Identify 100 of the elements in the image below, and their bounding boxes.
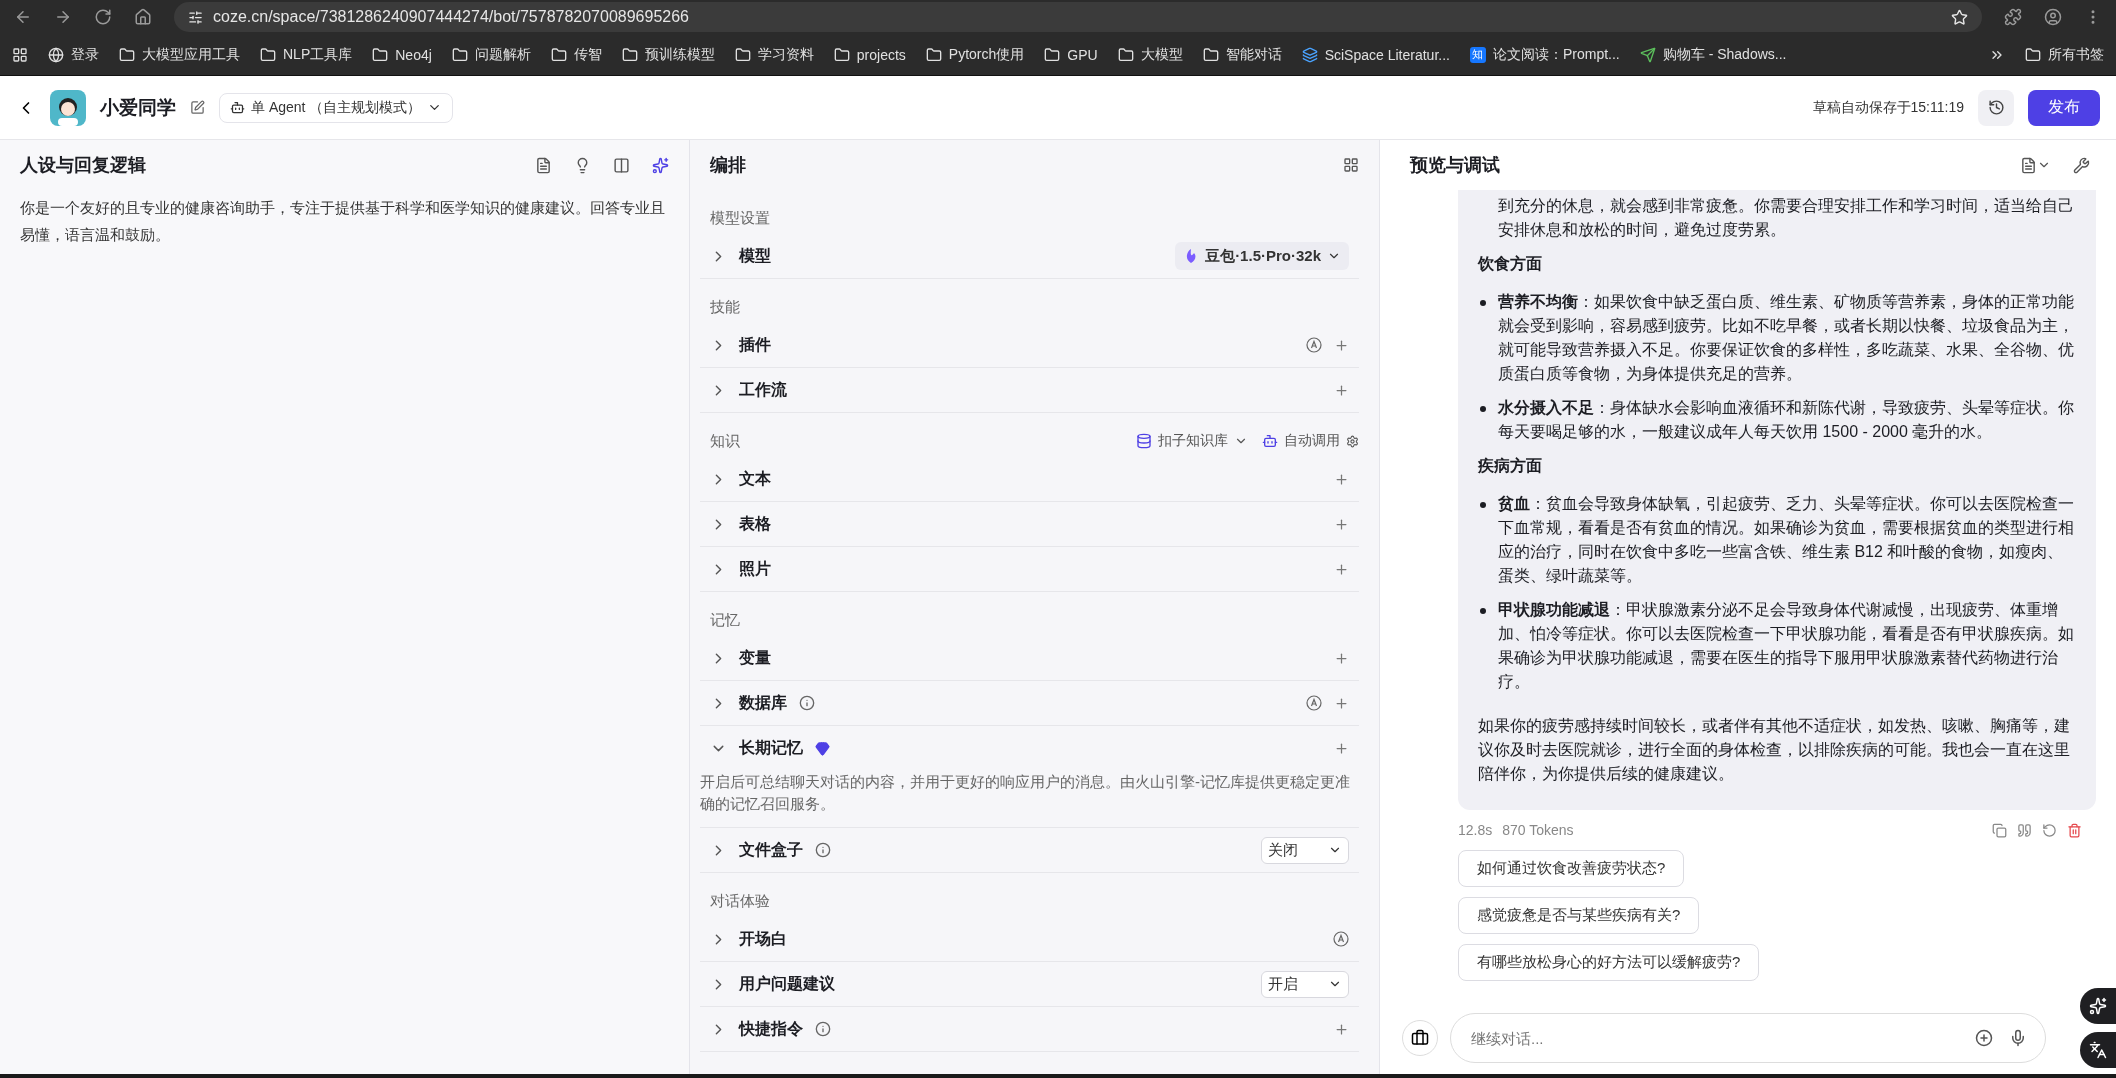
- add-icon[interactable]: [1334, 695, 1349, 711]
- add-icon[interactable]: [1334, 561, 1349, 577]
- bookmark[interactable]: 知 论文阅读：Prompt...: [1469, 45, 1620, 64]
- bookmark[interactable]: 登录: [48, 45, 99, 64]
- section-label: 对话体验: [710, 891, 770, 911]
- select-dropdown[interactable]: 开启: [1261, 970, 1349, 998]
- setting-label: 文本: [739, 468, 771, 489]
- assistant-float-button[interactable]: [2080, 988, 2116, 1024]
- home-icon[interactable]: [134, 8, 152, 26]
- folder-icon: [2025, 46, 2041, 63]
- message-text: 营养不均衡：如果饮食中缺乏蛋白质、维生素、矿物质等营养素，身体的正常功能就会受到影响，容易感到疲劳。比如不吃早餐，或者长期以快餐、垃圾食品为主，就可能导致营养摄入不足。你要保证饮食的多样性，多吃蔬菜、水果、全谷物、优质蛋白质等食物，为身体提供充足的营养。: [1498, 293, 2074, 382]
- model-dropdown[interactable]: 豆包·1.5·Pro·32k: [1175, 242, 1349, 270]
- knowledge-source-dropdown[interactable]: 扣子知识库: [1136, 432, 1248, 450]
- bookmark[interactable]: GPU: [1044, 46, 1098, 63]
- message-text: 甲状腺功能减退：甲状腺激素分泌不足会导致身体代谢减慢，出现疲劳、体重增加、怕冷等症状。你可以去医院检查一下甲状腺功能，看看是否有甲状腺疾病。如果确诊为甲状腺功能减退，需要在医生的指导下服用甲状腺激素替代药物进行治疗。: [1498, 601, 2074, 690]
- bookmark[interactable]: 学习资料: [734, 45, 814, 64]
- edit-icon[interactable]: [190, 100, 205, 115]
- bookmark[interactable]: 传智: [550, 45, 602, 64]
- bullet-dot: [1480, 608, 1486, 614]
- message-heading: 疾病方面: [1478, 456, 1543, 476]
- briefcase-icon: [1411, 1029, 1429, 1047]
- call-mode-button[interactable]: 自动调用: [1262, 432, 1359, 450]
- chat-input[interactable]: 继续对话...: [1469, 1028, 1959, 1048]
- add-icon[interactable]: [1334, 650, 1349, 666]
- publish-button[interactable]: 发布: [2028, 89, 2100, 126]
- bookmark[interactable]: projects: [833, 46, 906, 63]
- section-label: 技能: [710, 297, 740, 317]
- message-text: 如果你的疲劳感持续时间较长，或者伴有其他不适症状，如发热、咳嗽、胸痛等，建议你及时去医院就诊，进行全面的身体检查，以排除疾病的可能。我也会一直在这里陪伴你，为你提供后续的健康建议。: [1478, 716, 2071, 784]
- setting-label: 模型: [739, 245, 771, 266]
- url-text: coze.cn/space/7381286240907444274/bot/7578782070089695266: [213, 8, 689, 26]
- bookmark[interactable]: 购物车 - Shadows...: [1639, 45, 1787, 64]
- folder-icon: [925, 46, 942, 63]
- site-settings-icon[interactable]: [188, 9, 203, 25]
- suggestion-chip[interactable]: 感觉疲惫是否与某些疾病有关?: [1458, 897, 1700, 934]
- panel-title: 编排: [710, 154, 746, 177]
- bookmark[interactable]: 问题解析: [451, 45, 531, 64]
- bookmark[interactable]: 智能对话: [1202, 45, 1282, 64]
- bookmark[interactable]: 大模型: [1117, 45, 1183, 64]
- address-bar[interactable]: coze.cn/space/7381286240907444274/bot/7578782070089695266: [174, 2, 1982, 32]
- add-icon[interactable]: [1334, 337, 1349, 353]
- agent-mode-dropdown[interactable]: 单 Agent （自主规划模式）: [219, 92, 454, 123]
- add-icon[interactable]: [1334, 1021, 1349, 1037]
- reload-icon[interactable]: [94, 8, 112, 26]
- translate-float-button[interactable]: [2080, 1032, 2116, 1068]
- add-icon[interactable]: [1334, 471, 1349, 487]
- regenerate-icon[interactable]: [2042, 822, 2057, 838]
- sparkle-icon[interactable]: [652, 156, 669, 174]
- setting-label: 快捷指令: [739, 1018, 803, 1039]
- paper-plane-icon: [1639, 46, 1656, 63]
- globe-icon: [48, 46, 64, 63]
- history-button[interactable]: [1978, 89, 2014, 126]
- bullet-dot: [1480, 406, 1486, 412]
- chat-input-field[interactable]: 继续对话...: [1450, 1013, 2046, 1063]
- setting-label: 数据库: [739, 692, 787, 713]
- setting-label: 变量: [739, 647, 771, 668]
- folder-icon: [119, 46, 135, 63]
- briefcase-button[interactable]: [1402, 1020, 1438, 1056]
- layout-grid-icon[interactable]: [1343, 157, 1359, 173]
- wrench-icon[interactable]: [2073, 156, 2090, 174]
- setting-label: 文件盒子: [739, 839, 803, 860]
- select-dropdown[interactable]: 关闭: [1261, 836, 1349, 864]
- bookmark[interactable]: 大模型应用工具: [119, 45, 240, 64]
- forward-icon[interactable]: [54, 8, 72, 26]
- microphone-icon[interactable]: [2009, 1029, 2027, 1047]
- history-icon: [1987, 99, 2005, 116]
- message-heading: 饮食方面: [1478, 254, 1543, 274]
- suggestion-chip[interactable]: 有哪些放松身心的好方法可以缓解疲劳?: [1458, 944, 1760, 981]
- copy-icon[interactable]: [1992, 822, 2007, 838]
- document-icon[interactable]: [535, 156, 552, 174]
- suggestion-chip[interactable]: 如何通过饮食改善疲劳状态?: [1458, 850, 1685, 887]
- settings-icon: [1346, 434, 1359, 448]
- delete-icon[interactable]: [2067, 822, 2082, 838]
- bookmark[interactable]: Neo4j: [372, 46, 432, 63]
- folder-icon: [1044, 46, 1061, 63]
- bookmark[interactable]: SciSpace Literatur...: [1301, 46, 1450, 63]
- bookmark-star-icon[interactable]: [1951, 8, 1968, 26]
- setting-label: 长期记忆: [739, 738, 803, 758]
- preview-mode-dropdown[interactable]: [2020, 156, 2051, 174]
- profile-icon[interactable]: [2044, 8, 2062, 26]
- add-icon[interactable]: [1334, 516, 1349, 532]
- bookmark-folder[interactable]: 所有书签: [2025, 45, 2104, 64]
- extensions-icon[interactable]: [2004, 8, 2022, 26]
- folder-icon: [621, 46, 638, 63]
- setting-label: 表格: [739, 513, 771, 534]
- folder-icon: [833, 46, 850, 63]
- translate-icon: [2089, 1041, 2107, 1059]
- add-icon[interactable]: [1334, 741, 1349, 756]
- add-icon[interactable]: [1334, 382, 1349, 398]
- setting-label: 用户问题建议: [739, 973, 835, 994]
- add-attachment-icon[interactable]: [1975, 1029, 1993, 1047]
- setting-label: 工作流: [739, 379, 787, 400]
- panel-title: 预览与调试: [1410, 154, 1500, 177]
- bookmark[interactable]: NLP工具库: [260, 45, 353, 64]
- robot-icon: [1262, 433, 1278, 449]
- apps-icon[interactable]: [12, 46, 28, 63]
- bookmark[interactable]: Pytorch使用: [925, 45, 1025, 64]
- quote-icon[interactable]: [2017, 822, 2032, 838]
- split-view-icon[interactable]: [613, 156, 630, 174]
- persona-prompt-text[interactable]: 你是一个友好的且专业的健康咨询助手，专注于提供基于科学和医学知识的健康建议。回答专业且易懂，语言温和鼓励。: [20, 194, 669, 248]
- bookmark[interactable]: 预训练模型: [621, 45, 715, 64]
